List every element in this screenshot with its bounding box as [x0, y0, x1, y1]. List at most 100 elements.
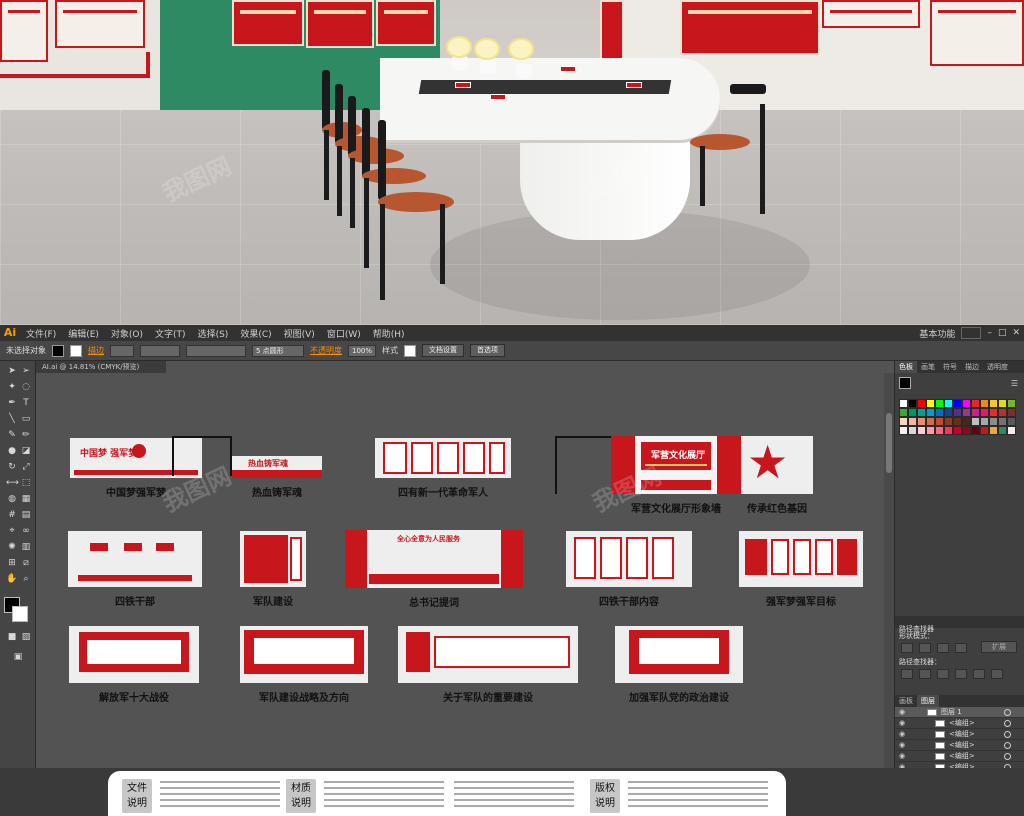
stroke-color[interactable]: [12, 606, 28, 622]
color-swatch[interactable]: [971, 417, 980, 426]
mesh-tool-icon[interactable]: #: [6, 509, 18, 521]
trim-icon[interactable]: [919, 669, 931, 679]
color-swatch[interactable]: [935, 426, 944, 435]
color-swatch[interactable]: [917, 399, 926, 408]
color-swatch[interactable]: [998, 417, 1007, 426]
variable-width-field[interactable]: [140, 344, 180, 357]
opacity-label[interactable]: 不透明度: [310, 345, 342, 356]
tab-stroke[interactable]: 描边: [961, 361, 983, 373]
exclude-icon[interactable]: [955, 643, 967, 653]
color-swatch[interactable]: [989, 417, 998, 426]
blend-tool-icon[interactable]: ∞: [20, 525, 32, 537]
menu-effect[interactable]: 效果(C): [234, 327, 277, 340]
color-swatch[interactable]: [899, 426, 908, 435]
artboard-tool-icon[interactable]: ⊞: [6, 557, 18, 569]
fill-stroke-widget[interactable]: [4, 597, 28, 623]
vertical-scrollbar[interactable]: [884, 373, 894, 768]
color-swatch[interactable]: [980, 417, 989, 426]
color-swatch[interactable]: [980, 426, 989, 435]
rotate-tool-icon[interactable]: ↻: [6, 461, 18, 473]
crop-icon[interactable]: [955, 669, 967, 679]
expand-button[interactable]: 扩展: [981, 641, 1017, 653]
color-swatch[interactable]: [926, 408, 935, 417]
intersect-icon[interactable]: [937, 643, 949, 653]
eraser-tool-icon[interactable]: ◪: [20, 445, 32, 457]
stroke-label[interactable]: 描边: [88, 345, 104, 356]
brush-definition-field[interactable]: [186, 344, 246, 357]
preferences-button[interactable]: 首选项: [470, 344, 505, 357]
artboard-2[interactable]: 热血铸军魂: [232, 456, 322, 478]
menu-view[interactable]: 视图(V): [278, 327, 321, 340]
tab-swatches[interactable]: 色板: [895, 361, 917, 373]
direct-selection-tool-icon[interactable]: ➢: [20, 365, 32, 377]
stroke-swatch[interactable]: [70, 344, 82, 357]
color-swatch[interactable]: [1007, 426, 1016, 435]
artboard-8[interactable]: 全心全意为人民服务: [345, 530, 523, 588]
color-swatch[interactable]: [989, 426, 998, 435]
color-swatch[interactable]: [953, 399, 962, 408]
target-icon[interactable]: [1004, 720, 1011, 727]
canvas[interactable]: 中国梦 强军梦 中国梦强军梦 热血铸军魂 热血铸军魂 四有新一代革命军人 军营文…: [36, 373, 884, 816]
color-swatch[interactable]: [926, 399, 935, 408]
shape-builder-icon[interactable]: ◍: [6, 493, 18, 505]
menu-help[interactable]: 帮助(H): [367, 327, 411, 340]
visibility-eye-icon[interactable]: ◉: [899, 762, 905, 768]
artboard-10[interactable]: [739, 531, 863, 587]
color-swatch[interactable]: [944, 408, 953, 417]
lasso-tool-icon[interactable]: ◌: [20, 381, 32, 393]
target-icon[interactable]: [1004, 731, 1011, 738]
scale-tool-icon[interactable]: ⤢: [20, 461, 32, 473]
color-swatch[interactable]: [899, 408, 908, 417]
slice-tool-icon[interactable]: ⧄: [20, 557, 32, 569]
search-field[interactable]: [961, 327, 982, 339]
line-tool-icon[interactable]: ╲: [6, 413, 18, 425]
perspective-grid-icon[interactable]: ▦: [20, 493, 32, 505]
current-swatch[interactable]: [899, 377, 911, 389]
workspace-switcher[interactable]: 基本功能: [919, 327, 955, 340]
style-swatch[interactable]: [404, 344, 416, 357]
color-swatch[interactable]: [935, 417, 944, 426]
color-swatch[interactable]: [971, 408, 980, 417]
layer-row[interactable]: ◉ <编组>: [895, 740, 1024, 751]
artboard-12[interactable]: [240, 626, 368, 683]
menu-type[interactable]: 文字(T): [149, 327, 192, 340]
maximize-icon[interactable]: □: [998, 328, 1007, 338]
color-swatch[interactable]: [908, 399, 917, 408]
column-graph-icon[interactable]: ▥: [20, 541, 32, 553]
color-swatch[interactable]: [1007, 399, 1016, 408]
tab-transparency[interactable]: 透明度: [983, 361, 1012, 373]
color-swatch[interactable]: [971, 399, 980, 408]
color-swatch[interactable]: [917, 417, 926, 426]
width-tool-icon[interactable]: ⟷: [6, 477, 19, 489]
menu-select[interactable]: 选择(S): [192, 327, 235, 340]
color-swatch[interactable]: [1007, 417, 1016, 426]
merge-icon[interactable]: [937, 669, 949, 679]
color-swatch[interactable]: [962, 417, 971, 426]
none-mode-icon[interactable]: ▨: [20, 631, 32, 643]
minus-back-icon[interactable]: [991, 669, 1003, 679]
hand-tool-icon[interactable]: ✋: [6, 573, 18, 585]
color-swatch[interactable]: [953, 417, 962, 426]
zoom-tool-icon[interactable]: ⌕: [20, 573, 32, 585]
tab-brushes[interactable]: 画笔: [917, 361, 939, 373]
free-transform-icon[interactable]: ⬚: [20, 477, 32, 489]
color-swatch[interactable]: [899, 417, 908, 426]
target-icon[interactable]: [1004, 753, 1011, 760]
color-swatch[interactable]: [917, 408, 926, 417]
artboard-3[interactable]: [375, 438, 511, 478]
visibility-eye-icon[interactable]: ◉: [899, 718, 905, 729]
opacity-field[interactable]: 100%: [348, 344, 376, 357]
color-swatch[interactable]: [1007, 408, 1016, 417]
menu-window[interactable]: 窗口(W): [321, 327, 367, 340]
unite-icon[interactable]: [901, 643, 913, 653]
color-swatch[interactable]: [908, 426, 917, 435]
color-swatch[interactable]: [962, 399, 971, 408]
paintbrush-tool-icon[interactable]: ✎: [6, 429, 18, 441]
color-swatch[interactable]: [980, 399, 989, 408]
layer-row[interactable]: ◉ <编组>: [895, 751, 1024, 762]
rectangle-tool-icon[interactable]: ▭: [20, 413, 32, 425]
layer-row[interactable]: ◉ <编组>: [895, 729, 1024, 740]
gradient-tool-icon[interactable]: ▤: [20, 509, 32, 521]
pencil-tool-icon[interactable]: ✏: [20, 429, 32, 441]
eyedropper-tool-icon[interactable]: ⌖: [6, 525, 18, 537]
